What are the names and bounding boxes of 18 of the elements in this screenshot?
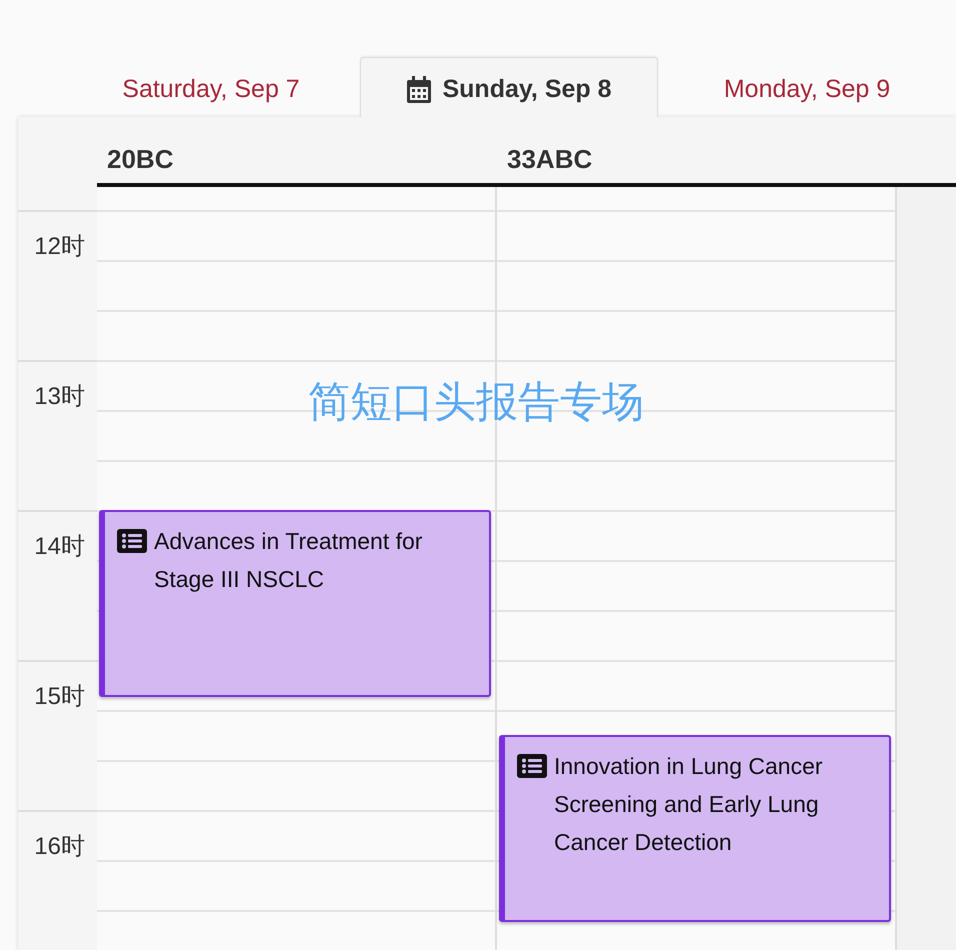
day-tab[interactable]: Sunday, Sep 8 [360, 57, 658, 117]
hour-label: 13时 [34, 383, 85, 410]
session-card[interactable]: Innovation in Lung Cancer Screening and Early Lung Cancer Detection [499, 735, 891, 922]
hour-label: 15时 [34, 683, 85, 710]
day-tab[interactable]: Saturday, Sep 7 [62, 57, 360, 117]
hour-label: 12时 [34, 233, 85, 260]
room-name: 33ABC [507, 144, 592, 175]
hour-label: 14时 [34, 533, 85, 560]
calendar-icon [406, 76, 432, 104]
session-card[interactable]: Advances in Treatment for Stage III NSCLC [99, 510, 491, 697]
overlay-caption: 简短口头报告专场 [308, 376, 644, 428]
list-icon [117, 529, 147, 553]
session-title: Advances in Treatment for Stage III NSCLC [154, 527, 424, 594]
hour-label: 16时 [34, 833, 85, 860]
room-name: 20BC [107, 144, 174, 175]
list-icon [517, 754, 547, 778]
day-tab[interactable]: Monday, Sep 9 [658, 57, 956, 117]
session-title: Innovation in Lung Cancer Screening and Early Lung Cancer Detection [554, 752, 824, 857]
